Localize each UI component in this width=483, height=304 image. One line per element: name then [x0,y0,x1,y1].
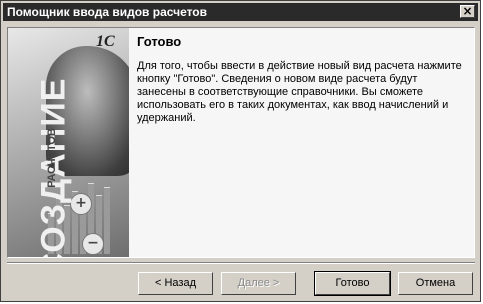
close-icon: × [462,4,473,18]
page-heading: Готово [137,34,182,49]
finish-button[interactable]: Готово [314,271,391,296]
side-illustration: + − СОЗДАНИЕ РАСЧЕТОВ [8,28,129,257]
next-button[interactable]: Далее > [221,272,296,295]
wizard-window: Помощник ввода видов расчетов × + − СОЗД… [0,0,481,302]
back-button[interactable]: < Назад [138,272,213,295]
title-bar: Помощник ввода видов расчетов × [3,3,478,21]
side-caption-small: РАСЧЕТОВ [45,128,58,188]
page-message: Для того, чтобы ввести в действие новый … [137,60,462,124]
window-title: Помощник ввода видов расчетов [7,5,208,19]
minus-icon: − [82,233,104,255]
divider [7,262,475,264]
wizard-content-panel: + − СОЗДАНИЕ РАСЧЕТОВ 1С Готово Для того… [7,27,475,258]
close-button[interactable]: × [460,5,475,18]
cancel-button[interactable]: Отмена [398,272,473,295]
brand-logo: 1С [96,33,115,50]
